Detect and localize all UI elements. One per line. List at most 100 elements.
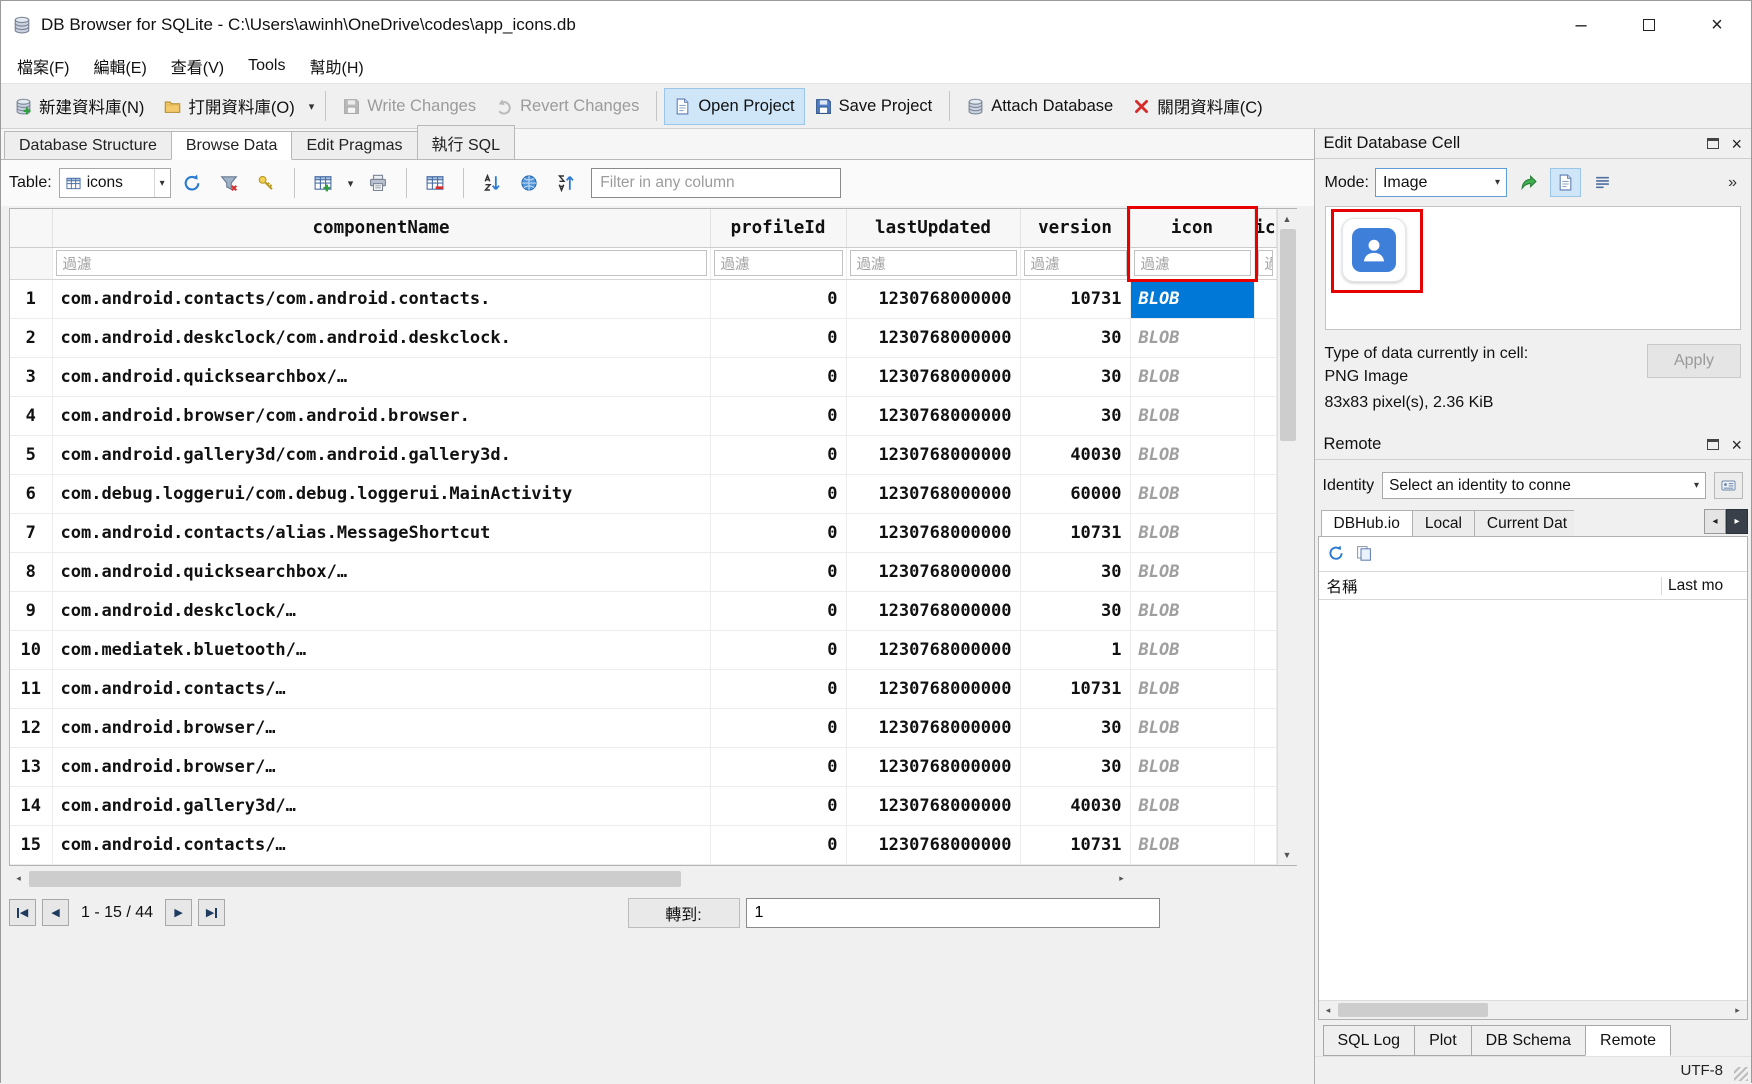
cell-componentname[interactable]: com.android.browser/… xyxy=(52,747,710,786)
cell-componentname[interactable]: com.android.contacts/… xyxy=(52,669,710,708)
remote-horizontal-scrollbar[interactable]: ◂ ▸ xyxy=(1319,1000,1748,1019)
cell-lastupdated[interactable]: 1230768000000 xyxy=(846,474,1020,513)
cell-profileid[interactable]: 0 xyxy=(710,513,846,552)
cell-icon[interactable]: BLOB xyxy=(1130,630,1254,669)
row-header[interactable]: 9 xyxy=(10,591,52,630)
cell-lastupdated[interactable]: 1230768000000 xyxy=(846,357,1020,396)
vertical-scrollbar-thumb[interactable] xyxy=(1280,229,1296,441)
cell-lastupdated[interactable]: 1230768000000 xyxy=(846,825,1020,864)
cell-partial[interactable] xyxy=(1254,591,1276,630)
encoding-button[interactable] xyxy=(513,167,545,199)
horizontal-scrollbar-thumb[interactable] xyxy=(29,871,681,887)
cell-version[interactable]: 10731 xyxy=(1020,669,1130,708)
cell-partial[interactable] xyxy=(1254,318,1276,357)
cell-componentname[interactable]: com.android.deskclock/com.android.deskcl… xyxy=(52,318,710,357)
cell-version[interactable]: 30 xyxy=(1020,552,1130,591)
cell-version[interactable]: 30 xyxy=(1020,708,1130,747)
menu-view[interactable]: 查看(V) xyxy=(159,48,236,84)
cell-lastupdated[interactable]: 1230768000000 xyxy=(846,669,1020,708)
cell-componentname[interactable]: com.android.deskclock/… xyxy=(52,591,710,630)
cell-profileid[interactable]: 0 xyxy=(710,318,846,357)
column-filter-partial[interactable]: 過濾 xyxy=(1258,250,1273,276)
row-header[interactable]: 5 xyxy=(10,435,52,474)
cell-componentname[interactable]: com.android.gallery3d/com.android.galler… xyxy=(52,435,710,474)
remote-clone-button[interactable] xyxy=(1356,545,1372,561)
cell-profileid[interactable]: 0 xyxy=(710,708,846,747)
cell-icon[interactable]: BLOB xyxy=(1130,513,1254,552)
cell-profileid[interactable]: 0 xyxy=(710,747,846,786)
cell-icon[interactable]: BLOB xyxy=(1130,591,1254,630)
tab-scroll-left-button[interactable]: ◂ xyxy=(1704,509,1726,534)
cell-componentname[interactable]: com.android.contacts/alias.MessageShortc… xyxy=(52,513,710,552)
cell-version[interactable]: 10731 xyxy=(1020,279,1130,318)
cell-lastupdated[interactable]: 1230768000000 xyxy=(846,279,1020,318)
row-header[interactable]: 2 xyxy=(10,318,52,357)
save-filter-button[interactable] xyxy=(250,167,282,199)
cell-componentname[interactable]: com.android.browser/com.android.browser. xyxy=(52,396,710,435)
cell-partial[interactable] xyxy=(1254,279,1276,318)
cell-lastupdated[interactable]: 1230768000000 xyxy=(846,552,1020,591)
close-button[interactable]: × xyxy=(1683,1,1751,49)
scroll-left-icon[interactable]: ◂ xyxy=(1319,1000,1338,1020)
first-record-button[interactable]: ◀ xyxy=(9,899,36,926)
cell-version[interactable]: 60000 xyxy=(1020,474,1130,513)
menu-file[interactable]: 檔案(F) xyxy=(5,48,81,84)
cell-icon[interactable]: BLOB xyxy=(1130,669,1254,708)
scroll-up-icon[interactable]: ▲ xyxy=(1277,209,1297,228)
tab-remote[interactable]: Remote xyxy=(1585,1025,1671,1056)
menu-help[interactable]: 幫助(H) xyxy=(297,48,375,84)
row-header[interactable]: 12 xyxy=(10,708,52,747)
print-button[interactable] xyxy=(362,167,394,199)
column-filter-icon[interactable]: 過濾 xyxy=(1134,250,1251,276)
column-header-partial[interactable]: ic xyxy=(1254,209,1276,247)
cell-icon[interactable]: BLOB xyxy=(1130,747,1254,786)
attach-database-button[interactable]: Attach Database xyxy=(957,88,1123,125)
cell-componentname[interactable]: com.android.gallery3d/… xyxy=(52,786,710,825)
cell-lastupdated[interactable]: 1230768000000 xyxy=(846,591,1020,630)
cell-lastupdated[interactable]: 1230768000000 xyxy=(846,318,1020,357)
sort-descending-button[interactable] xyxy=(550,167,582,199)
cell-icon[interactable]: BLOB xyxy=(1130,357,1254,396)
cell-lastupdated[interactable]: 1230768000000 xyxy=(846,630,1020,669)
cell-partial[interactable] xyxy=(1254,708,1276,747)
column-filter-componentname[interactable]: 過濾 xyxy=(56,250,707,276)
cell-profileid[interactable]: 0 xyxy=(710,279,846,318)
clear-filters-button[interactable] xyxy=(213,167,245,199)
menu-edit[interactable]: 編輯(E) xyxy=(81,48,158,84)
tab-edit-pragmas[interactable]: Edit Pragmas xyxy=(291,131,417,159)
cell-componentname[interactable]: com.mediatek.bluetooth/… xyxy=(52,630,710,669)
cell-partial[interactable] xyxy=(1254,552,1276,591)
cell-partial[interactable] xyxy=(1254,669,1276,708)
import-data-button[interactable] xyxy=(1513,168,1544,197)
cell-profileid[interactable]: 0 xyxy=(710,630,846,669)
cell-version[interactable]: 10731 xyxy=(1020,513,1130,552)
apply-button[interactable]: Apply xyxy=(1647,344,1741,378)
cell-partial[interactable] xyxy=(1254,825,1276,864)
cell-icon[interactable]: BLOB xyxy=(1130,552,1254,591)
open-in-editor-button[interactable] xyxy=(1550,168,1581,197)
cell-version[interactable]: 40030 xyxy=(1020,786,1130,825)
cell-lastupdated[interactable]: 1230768000000 xyxy=(846,513,1020,552)
scroll-left-icon[interactable]: ◂ xyxy=(9,869,28,889)
menu-tools[interactable]: Tools xyxy=(236,51,297,81)
vertical-scrollbar[interactable]: ▲ ▼ xyxy=(1277,209,1297,865)
cell-partial[interactable] xyxy=(1254,513,1276,552)
open-database-button[interactable]: 打開資料庫(O) xyxy=(154,85,304,127)
scroll-down-icon[interactable]: ▼ xyxy=(1277,846,1297,865)
row-header[interactable]: 14 xyxy=(10,786,52,825)
cell-profileid[interactable]: 0 xyxy=(710,396,846,435)
new-record-dropdown[interactable]: ▾ xyxy=(344,169,358,198)
cell-icon[interactable]: BLOB xyxy=(1130,474,1254,513)
cell-icon[interactable]: BLOB xyxy=(1130,435,1254,474)
revert-changes-button[interactable]: Revert Changes xyxy=(486,88,649,125)
cell-profileid[interactable]: 0 xyxy=(710,591,846,630)
row-header[interactable]: 13 xyxy=(10,747,52,786)
cell-partial[interactable] xyxy=(1254,435,1276,474)
tab-local[interactable]: Local xyxy=(1412,510,1475,536)
column-filter-lastupdated[interactable]: 過濾 xyxy=(850,250,1017,276)
refresh-button[interactable] xyxy=(176,167,208,199)
cell-componentname[interactable]: com.android.quicksearchbox/… xyxy=(52,357,710,396)
cell-lastupdated[interactable]: 1230768000000 xyxy=(846,435,1020,474)
minimize-button[interactable]: – xyxy=(1547,1,1615,49)
cell-profileid[interactable]: 0 xyxy=(710,825,846,864)
